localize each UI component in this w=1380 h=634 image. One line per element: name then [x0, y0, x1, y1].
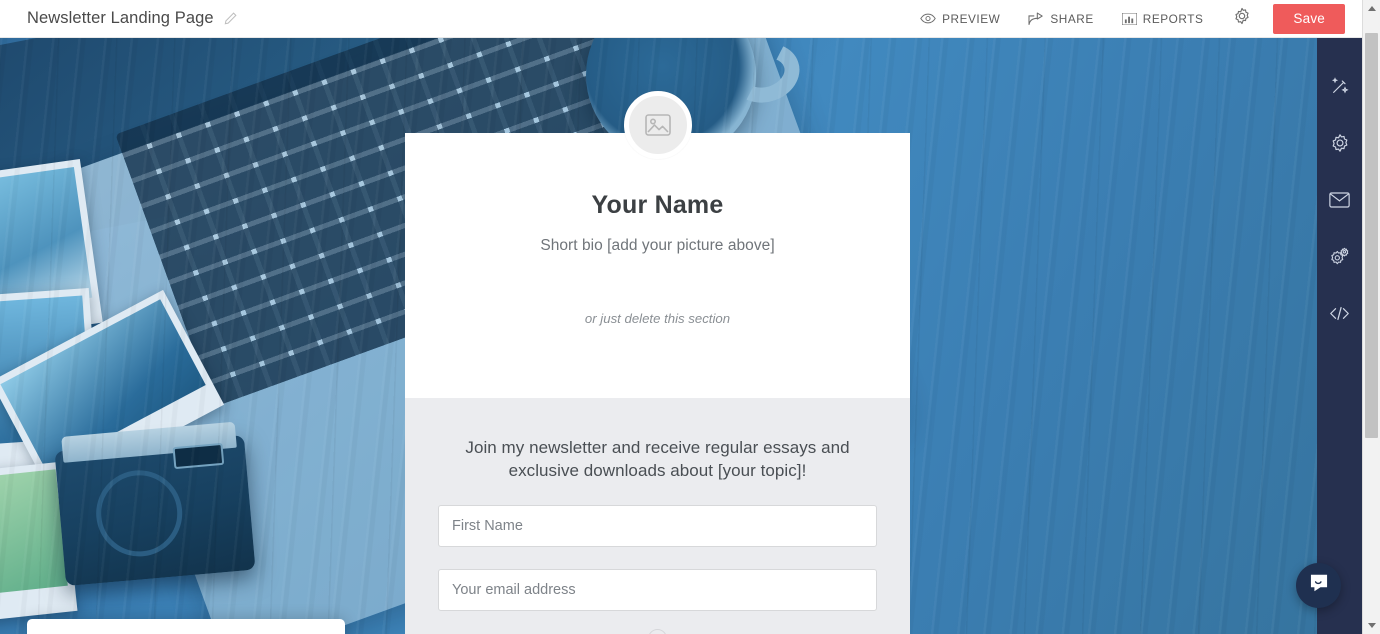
background-polaroid [0, 287, 101, 474]
background-mug-handle [722, 38, 808, 112]
background-polaroid [0, 289, 225, 497]
caret-up-icon [1367, 6, 1376, 11]
gears-icon [1329, 246, 1350, 267]
background-laptop-screen [0, 38, 475, 256]
plus-circle-icon[interactable] [648, 629, 667, 634]
code-icon [1329, 305, 1350, 322]
page-title-group: Newsletter Landing Page [27, 9, 238, 28]
share-label: SHARE [1050, 11, 1094, 26]
intercom-launcher[interactable] [1296, 563, 1341, 608]
bio-section[interactable]: Your Name Short bio [add your picture ab… [405, 91, 910, 398]
rail-item-integrations[interactable] [1317, 228, 1362, 285]
background-camera [54, 421, 256, 587]
preview-label: PREVIEW [942, 11, 1001, 26]
page-title: Newsletter Landing Page [27, 9, 214, 27]
share-icon [1028, 12, 1044, 26]
rail-item-design[interactable] [1317, 57, 1362, 114]
save-button[interactable]: Save [1273, 3, 1345, 34]
gear-icon [1330, 133, 1350, 153]
app-root: Newsletter Landing Page PREVIEW SHARE RE… [0, 0, 1380, 634]
gear-icon [1233, 7, 1251, 30]
rail-item-custom-code[interactable] [1317, 285, 1362, 342]
envelope-icon [1329, 191, 1350, 208]
settings-button[interactable] [1217, 7, 1264, 30]
bar-chart-icon [1121, 12, 1137, 25]
delete-section-note: or just delete this section [584, 311, 731, 326]
scroll-down-button[interactable] [1363, 617, 1380, 634]
reports-button[interactable]: REPORTS [1108, 12, 1218, 26]
right-tool-rail [1317, 38, 1362, 634]
scroll-up-button[interactable] [1363, 0, 1380, 17]
background-polaroid [0, 461, 78, 625]
landing-page-card: Your Name Short bio [add your picture ab… [405, 91, 910, 634]
avatar[interactable] [623, 91, 692, 159]
share-button[interactable]: SHARE [1014, 12, 1107, 26]
add-element-divider [438, 622, 877, 634]
image-placeholder-icon [644, 113, 671, 137]
page-bio: Short bio [add your picture above] [540, 237, 775, 254]
first-name-input[interactable]: First Name [438, 504, 877, 547]
scrollbar-thumb[interactable] [1365, 33, 1378, 438]
page-canvas[interactable]: Your Name Short bio [add your picture ab… [0, 38, 1317, 634]
eye-icon [920, 13, 936, 24]
rail-item-settings[interactable] [1317, 114, 1362, 171]
caret-down-icon [1367, 623, 1376, 628]
reports-label: REPORTS [1142, 11, 1204, 26]
pencil-icon[interactable] [223, 11, 238, 26]
toolbar-actions: PREVIEW SHARE REPORTS Save [906, 3, 1362, 34]
vertical-scrollbar[interactable] [1362, 0, 1380, 634]
top-toolbar: Newsletter Landing Page PREVIEW SHARE RE… [0, 0, 1362, 38]
form-headline: Join my newsletter and receive regular e… [465, 438, 850, 481]
chat-bubble-smile-icon [1308, 572, 1330, 599]
newsletter-form-section[interactable]: Join my newsletter and receive regular e… [405, 398, 910, 634]
background-polaroid [0, 159, 103, 342]
onboarding-widget[interactable]: Create a landing page [27, 619, 345, 634]
magic-wand-icon [1330, 76, 1350, 96]
rail-item-email[interactable] [1317, 171, 1362, 228]
preview-button[interactable]: PREVIEW [906, 12, 1014, 26]
email-input[interactable]: Your email address [438, 568, 877, 611]
